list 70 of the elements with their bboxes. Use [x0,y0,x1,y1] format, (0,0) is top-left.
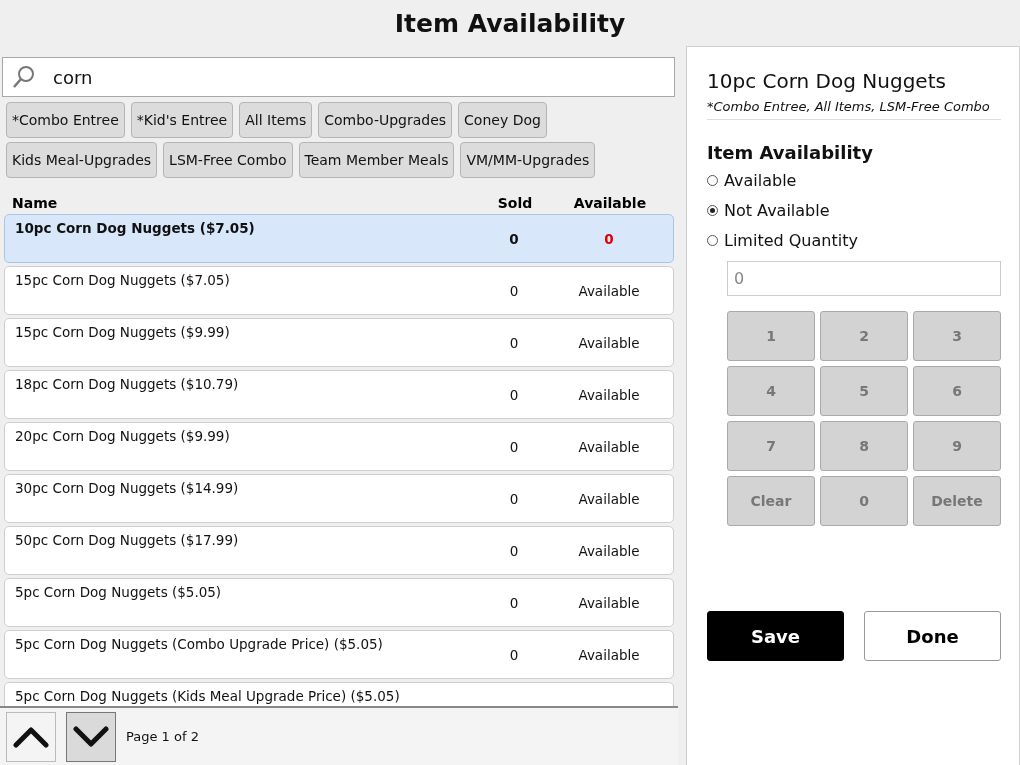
item-name: 10pc Corn Dog Nuggets ($7.05) [15,220,256,236]
column-header: Sold [496,195,534,211]
category-button[interactable]: All Items [239,102,313,138]
sold-count: 0 [508,490,520,507]
quantity-field[interactable]: 0 [727,261,1001,296]
availability-value: Available [577,646,641,663]
sold-count: 0 [508,334,520,351]
item-name: 50pc Corn Dog Nuggets ($17.99) [15,532,240,548]
availability-value: Available [577,438,641,455]
category-button[interactable]: Team Member Meals [298,142,455,178]
sold-count: 0 [508,646,520,663]
save-button[interactable]: Save [707,611,844,661]
item-title: 10pc Corn Dog Nuggets [707,69,947,93]
item-row[interactable]: 15pc Corn Dog Nuggets ($9.99) 0 Available [4,318,674,367]
sold-count: 0 [508,386,520,403]
category-button[interactable]: *Combo Entree [6,102,125,138]
category-button[interactable]: Coney Dog [458,102,547,138]
item-name: 15pc Corn Dog Nuggets ($7.05) [15,272,231,288]
availability-value: Available [577,542,641,559]
item-row[interactable]: 30pc Corn Dog Nuggets ($14.99) 0 Available [4,474,674,523]
item-name: 5pc Corn Dog Nuggets (Combo Upgrade Price) ($5.05) [15,636,384,652]
availability-value: Available [577,282,641,299]
availability-option[interactable]: Not Available [707,195,1001,225]
item-name: 18pc Corn Dog Nuggets ($10.79) [15,376,240,392]
page-indicator: Page 1 of 2 [126,729,199,744]
column-header: Available [572,195,648,211]
page-up-button[interactable] [6,711,56,762]
column-header: Name [12,195,59,211]
availability-value: Available [577,594,641,611]
item-row[interactable]: 20pc Corn Dog Nuggets ($9.99) 0 Available [4,422,674,471]
item-name: 5pc Corn Dog Nuggets ($5.05) [15,584,223,600]
item-row[interactable]: 50pc Corn Dog Nuggets ($17.99) 0 Available [4,526,674,575]
page-title: Item Availability [393,7,627,40]
availability-option[interactable]: Limited Quantity [707,225,1001,255]
sold-count: 0 [508,230,520,247]
availability-value: Available [577,334,641,351]
page-down-button[interactable] [66,711,116,762]
item-name: 20pc Corn Dog Nuggets ($9.99) [15,428,231,444]
option-label: Limited Quantity [724,230,858,250]
sold-count: 0 [508,438,520,455]
item-name: 15pc Corn Dog Nuggets ($9.99) [15,324,231,340]
item-row[interactable]: 15pc Corn Dog Nuggets ($7.05) 0 Available [4,266,674,315]
availability-value: Available [577,490,641,507]
category-button[interactable]: Kids Meal-Upgrades [6,142,158,178]
done-button[interactable]: Done [864,611,1001,661]
section-heading: Item Availability [707,142,874,163]
item-row[interactable]: 5pc Corn Dog Nuggets (Kids Meal Upgrade Price) ($5.05) [4,682,674,706]
availability-value: Available [577,386,641,403]
sold-count: 0 [508,282,520,299]
item-name: 5pc Corn Dog Nuggets (Kids Meal Upgrade Price) ($5.05) [15,688,401,704]
sold-count: 0 [508,542,520,559]
option-label: Available [724,170,797,190]
availability-option[interactable]: Available [707,165,1001,195]
chevron-up-icon [13,725,49,748]
category-button[interactable]: Combo-Upgrades [318,102,453,138]
sold-count: 0 [508,594,520,611]
chevron-down-icon [73,725,109,748]
search-field[interactable]: corn [2,57,675,97]
category-button[interactable]: VM/MM-Upgrades [460,142,596,178]
availability-value: 0 [603,230,615,247]
option-label: Not Available [724,200,830,220]
category-button[interactable]: *Kid's Entree [130,102,234,138]
item-row[interactable]: 5pc Corn Dog Nuggets (Combo Upgrade Price) ($5.05) 0 Available [4,630,674,679]
item-row[interactable]: 10pc Corn Dog Nuggets ($7.05) 0 0 [4,214,674,263]
item-row[interactable]: 5pc Corn Dog Nuggets ($5.05) 0 Available [4,578,674,627]
item-categories: *Combo Entree, All Items, LSM-Free Combo [707,93,1001,120]
search-icon [12,65,36,89]
item-row[interactable]: 18pc Corn Dog Nuggets ($10.79) 0 Available [4,370,674,419]
category-button[interactable]: LSM-Free Combo [163,142,293,178]
item-name: 30pc Corn Dog Nuggets ($14.99) [15,480,240,496]
